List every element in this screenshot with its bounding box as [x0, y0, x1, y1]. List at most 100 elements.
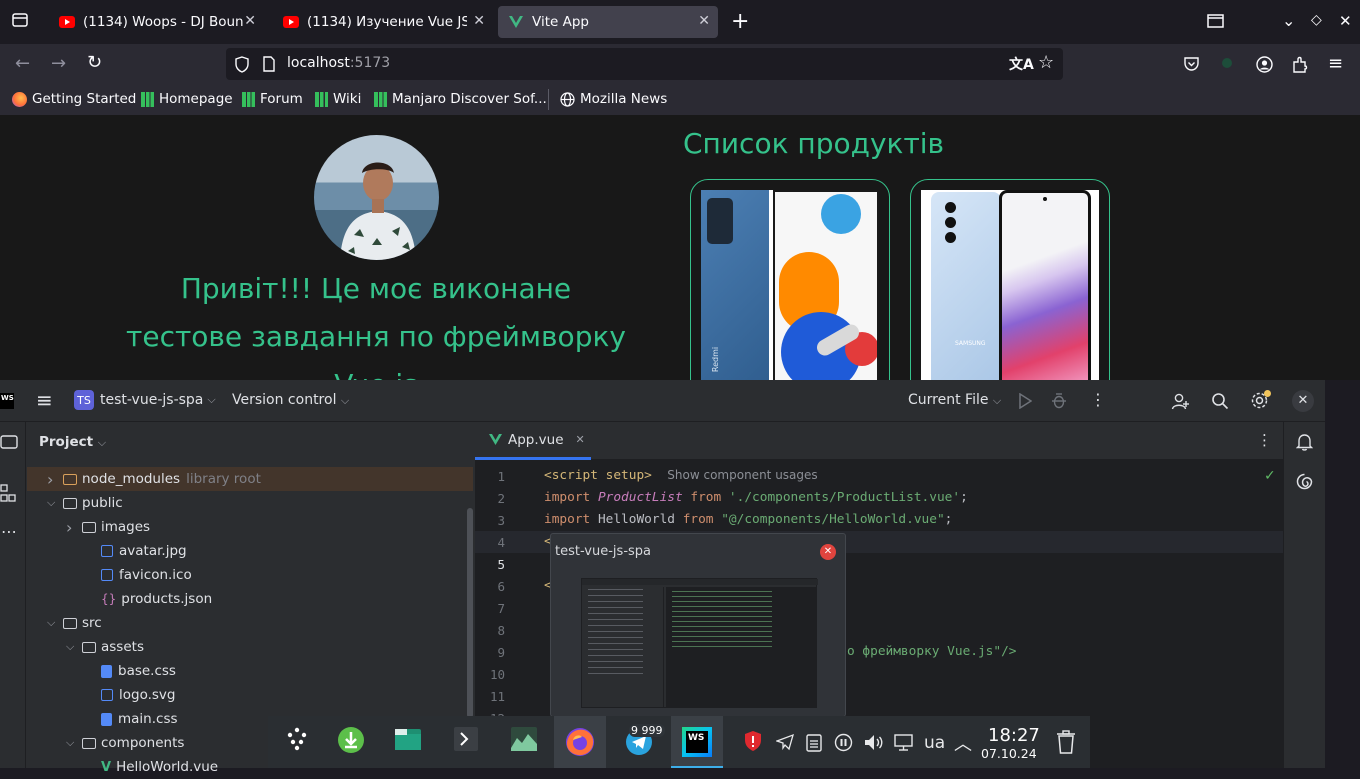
- extensions-icon[interactable]: [1292, 56, 1308, 73]
- search-icon[interactable]: [1211, 392, 1229, 410]
- css-file-icon: [101, 712, 112, 726]
- keyboard-layout[interactable]: ua: [924, 733, 945, 753]
- media-pause-icon[interactable]: [834, 733, 853, 752]
- close-tab-icon[interactable]: ✕: [698, 13, 710, 29]
- code-line-1[interactable]: <script setup> Show component usages: [544, 468, 818, 483]
- close-icon[interactable]: ✕: [1292, 390, 1314, 412]
- tab-youtube-1[interactable]: (1134) Woops - DJ Bountyh ✕: [49, 6, 264, 38]
- forward-icon[interactable]: →: [51, 53, 66, 74]
- clock-date[interactable]: 07.10.24: [981, 746, 1037, 761]
- new-tab-icon[interactable]: +: [731, 9, 749, 34]
- bookmark-homepage[interactable]: Homepage: [141, 91, 233, 107]
- tree-item[interactable]: favicon.ico: [85, 563, 473, 587]
- add-user-icon[interactable]: [1171, 392, 1190, 410]
- file-manager-icon[interactable]: [394, 726, 422, 752]
- pocket-icon[interactable]: [1183, 56, 1200, 72]
- folder-icon[interactable]: [0, 434, 18, 450]
- more-actions-icon[interactable]: ⋮: [1090, 390, 1106, 409]
- tree-item[interactable]: ⌵ public: [47, 491, 473, 515]
- tree-item[interactable]: base.css: [85, 659, 473, 683]
- menu-icon[interactable]: ≡: [1328, 53, 1343, 74]
- close-icon[interactable]: ✕: [820, 544, 836, 560]
- download-manager-icon[interactable]: [337, 726, 365, 754]
- bookmark-forum[interactable]: Forum: [242, 91, 303, 107]
- code-line-9[interactable]: о фреймворку Vue.js"/>: [847, 644, 1017, 659]
- clock-time[interactable]: 18:27: [988, 725, 1040, 746]
- code-line-3[interactable]: import HelloWorld from "@/components/Hel…: [544, 512, 952, 527]
- telegram-tray-icon[interactable]: [776, 733, 794, 751]
- close-tab-icon[interactable]: ✕: [576, 433, 585, 446]
- bookmark-manjaro-discover[interactable]: Manjaro Discover Sof...: [374, 91, 547, 107]
- page-icon[interactable]: [262, 56, 276, 72]
- scrollbar[interactable]: [467, 508, 473, 718]
- shield-icon[interactable]: [234, 56, 250, 73]
- tree-item[interactable]: › images: [66, 515, 473, 539]
- terminal-icon[interactable]: [453, 726, 479, 752]
- window-icon[interactable]: [1207, 12, 1224, 33]
- chevron-down-icon[interactable]: ⌵: [47, 616, 63, 630]
- editor-tab-app-vue[interactable]: App.vue ✕: [475, 422, 591, 460]
- bookmark-getting-started[interactable]: Getting Started: [12, 91, 136, 107]
- back-icon[interactable]: ←: [15, 53, 30, 74]
- no-problems-check-icon[interactable]: ✓: [1264, 468, 1276, 484]
- taskbar-item-firefox[interactable]: [554, 716, 606, 768]
- tree-item[interactable]: avatar.jpg: [85, 539, 473, 563]
- taskbar-item-webstorm[interactable]: WS: [671, 716, 723, 768]
- main-menu-icon[interactable]: ≡: [36, 388, 53, 412]
- debug-icon[interactable]: [1051, 392, 1067, 409]
- close-tab-icon[interactable]: ✕: [473, 13, 485, 29]
- run-icon[interactable]: [1018, 393, 1032, 409]
- editor-more-icon[interactable]: ⋮: [1257, 431, 1272, 449]
- chevron-up-icon[interactable]: ︿: [954, 730, 972, 756]
- bookmark-star-icon[interactable]: ☆: [1038, 52, 1054, 73]
- url-bar[interactable]: localhost:5173 文A ☆: [226, 48, 1063, 80]
- window-thumbnail[interactable]: [581, 578, 818, 708]
- structure-icon[interactable]: [0, 484, 16, 502]
- system-monitor-icon[interactable]: [510, 726, 538, 752]
- clipboard-icon[interactable]: [806, 733, 822, 752]
- extension-dot-icon[interactable]: [1222, 58, 1232, 68]
- trash-icon[interactable]: [1057, 730, 1075, 754]
- antivirus-shield-icon[interactable]: [744, 730, 762, 752]
- inlay-hint[interactable]: Show component usages: [667, 468, 817, 482]
- account-icon[interactable]: [1256, 56, 1273, 73]
- close-window-icon[interactable]: ✕: [1339, 12, 1352, 30]
- tree-item[interactable]: {} products.json: [85, 587, 473, 611]
- bookmark-wiki[interactable]: Wiki: [315, 91, 361, 107]
- webstorm-logo[interactable]: WS: [0, 393, 14, 409]
- tree-item[interactable]: ⌵ src: [47, 611, 473, 635]
- chevron-down-icon[interactable]: ⌵: [66, 736, 82, 750]
- project-panel-header[interactable]: Project ⌵: [39, 434, 106, 450]
- chevron-down-icon[interactable]: ⌵: [47, 496, 63, 510]
- minimize-icon[interactable]: ⌄: [1282, 11, 1295, 30]
- chevron-right-icon[interactable]: ›: [47, 470, 63, 489]
- network-icon[interactable]: [894, 734, 913, 751]
- tree-item[interactable]: logo.svg: [85, 683, 473, 707]
- volume-icon[interactable]: [864, 734, 883, 751]
- run-config-selector[interactable]: Current File ⌵: [908, 392, 1001, 408]
- more-tools-icon[interactable]: ⋯: [1, 522, 17, 541]
- tree-item[interactable]: › node_modules library root: [27, 467, 473, 491]
- window-preview-popup[interactable]: test-vue-js-spa ✕: [550, 533, 846, 717]
- translate-icon[interactable]: 文A: [1009, 54, 1034, 74]
- code-line-2[interactable]: import ProductList from './components/Pr…: [544, 490, 968, 505]
- chevron-right-icon[interactable]: ›: [66, 518, 82, 537]
- close-tab-icon[interactable]: ✕: [244, 13, 256, 29]
- tab-youtube-2[interactable]: (1134) Изучение Vue JS с н ✕: [273, 6, 493, 38]
- tab-list-icon[interactable]: [11, 11, 29, 34]
- product-card[interactable]: SAMSUNG: [910, 179, 1110, 399]
- notifications-bell-icon[interactable]: [1296, 433, 1313, 451]
- product-card[interactable]: Redmi: [690, 179, 890, 399]
- taskbar-item-telegram[interactable]: 9 999: [613, 716, 665, 768]
- app-launcher-icon[interactable]: [284, 726, 310, 752]
- vcs-widget[interactable]: Version control ⌵: [232, 392, 349, 408]
- url-text[interactable]: localhost:5173: [287, 55, 390, 71]
- reload-icon[interactable]: ↻: [87, 52, 102, 73]
- maximize-icon[interactable]: ◇: [1311, 12, 1322, 28]
- project-switcher[interactable]: TS test-vue-js-spa ⌵: [74, 390, 216, 410]
- chevron-down-icon[interactable]: ⌵: [66, 640, 82, 654]
- ai-assistant-icon[interactable]: [1296, 473, 1313, 490]
- tree-item[interactable]: ⌵ assets: [66, 635, 473, 659]
- tab-vite-app[interactable]: Vite App ✕: [498, 6, 718, 38]
- bookmark-mozilla-news[interactable]: Mozilla News: [560, 91, 667, 107]
